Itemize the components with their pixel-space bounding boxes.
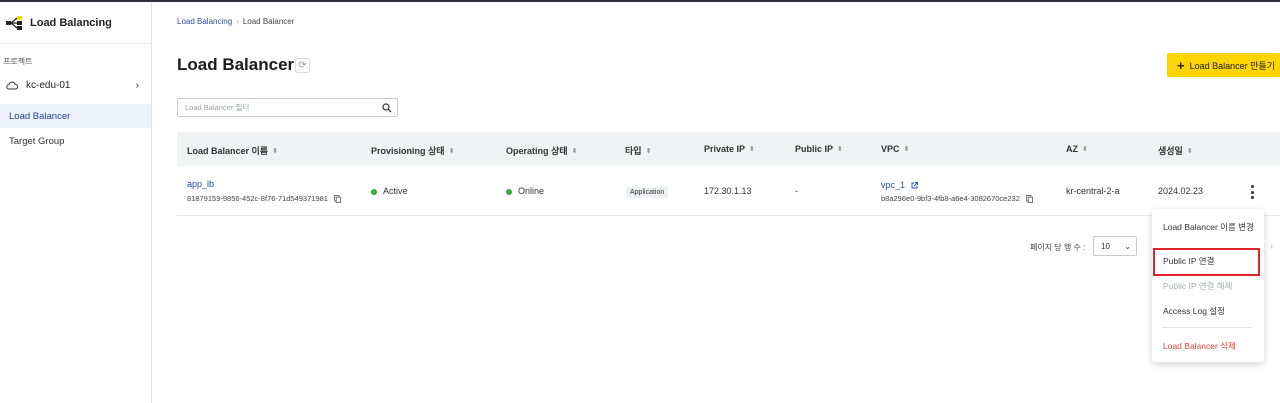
sort-icon[interactable]: ⬍	[272, 147, 278, 155]
column-header-private-ip[interactable]: Private IP ⬍	[704, 144, 755, 154]
next-page-icon[interactable]: ›	[1270, 241, 1273, 251]
menu-item-access-log[interactable]: Access Log 설정	[1163, 305, 1225, 317]
page-title: Load Balancer	[177, 55, 295, 74]
rows-per-page-label: 페이지 당 행 수 :	[1030, 243, 1086, 252]
sort-icon[interactable]: ⬍	[572, 147, 578, 155]
project-section-label: 프로젝트	[3, 57, 33, 66]
breadcrumb-parent-link[interactable]: Load Balancing	[177, 17, 232, 26]
rows-per-page-select[interactable]: 10 ⌄	[1093, 236, 1137, 256]
app-title: Load Balancing	[30, 16, 112, 29]
lb-name-link[interactable]: app_lb	[187, 179, 214, 189]
create-button-label: Load Balancer 만들기	[1189, 60, 1275, 71]
sort-icon[interactable]: ⬍	[837, 145, 843, 153]
public-ip: -	[795, 186, 798, 196]
column-header-az[interactable]: AZ ⬍	[1066, 144, 1088, 154]
breadcrumb: Load Balancing › Load Balancer	[177, 17, 294, 26]
status-dot-icon	[371, 188, 377, 195]
search-box	[177, 98, 398, 117]
sort-icon[interactable]: ⬍	[449, 147, 455, 155]
created-date: 2024.02.23	[1158, 186, 1204, 196]
cloud-icon	[6, 81, 18, 90]
sort-icon[interactable]: ⬍	[1082, 145, 1088, 153]
table-row: app_lb 81879159-9856-452c-8f76-71d549371…	[177, 166, 1280, 216]
provisioning-status: Active	[371, 186, 408, 196]
sort-icon[interactable]: ⬍	[1187, 147, 1193, 155]
menu-divider	[1162, 327, 1252, 328]
copy-icon[interactable]	[1026, 195, 1033, 203]
menu-item-rename[interactable]: Load Balancer 이름 변경	[1163, 221, 1254, 233]
sidebar-item-load-balancer[interactable]: Load Balancer	[0, 104, 151, 128]
search-icon[interactable]	[382, 102, 392, 113]
sidebar-header: Load Balancing	[0, 2, 151, 44]
load-balancing-logo-icon	[6, 15, 22, 30]
chevron-down-icon: ⌄	[1124, 241, 1131, 251]
more-options-icon[interactable]	[1247, 185, 1257, 199]
copy-icon[interactable]	[334, 195, 341, 203]
rows-per-page-value: 10	[1101, 241, 1110, 251]
table-header: Load Balancer 이름 ⬍ Provisioning 상태 ⬍ Opera…	[177, 132, 1280, 166]
external-link-icon[interactable]	[911, 182, 918, 189]
vpc-id: b8a296e0-9bf3-4fb8-a6e4-3082670ce232	[881, 194, 1033, 203]
column-header-name[interactable]: Load Balancer 이름 ⬍	[187, 144, 278, 157]
sidebar-item-target-group[interactable]: Target Group	[0, 129, 151, 153]
project-name: kc-edu-01	[26, 79, 71, 91]
breadcrumb-current: Load Balancer	[242, 17, 295, 26]
vpc-link[interactable]: vpc_1	[881, 180, 918, 190]
column-header-vpc[interactable]: VPC ⬍	[881, 144, 909, 154]
project-selector[interactable]: kc-edu-01 ›	[0, 70, 151, 100]
refresh-icon[interactable]: ⟳	[295, 58, 310, 73]
highlight-box	[1153, 248, 1260, 276]
az: kr-central-2-a	[1066, 186, 1120, 196]
chevron-right-icon: ›	[135, 79, 139, 91]
column-header-operating[interactable]: Operating 상태 ⬍	[506, 144, 577, 157]
column-header-public-ip[interactable]: Public IP ⬍	[795, 144, 843, 154]
top-border	[0, 0, 1280, 2]
sort-icon[interactable]: ⬍	[646, 147, 652, 155]
private-ip: 172.30.1.13	[704, 186, 752, 196]
status-dot-icon	[506, 188, 512, 195]
search-input[interactable]	[185, 103, 382, 112]
operating-status: Online	[506, 186, 544, 196]
sort-icon[interactable]: ⬍	[749, 145, 755, 153]
column-header-provisioning[interactable]: Provisioning 상태 ⬍	[371, 144, 454, 157]
lb-id: 81879159-9856-452c-8f76-71d549371981	[187, 194, 341, 203]
type-badge: Application	[626, 186, 669, 198]
sort-icon[interactable]: ⬍	[904, 145, 910, 153]
chevron-right-icon: ›	[236, 17, 239, 26]
menu-item-delete[interactable]: Load Balancer 삭제	[1163, 340, 1236, 352]
menu-item-detach-public-ip: Public IP 연결 해제	[1163, 281, 1233, 291]
row-action-menu: Load Balancer 이름 변경 Public IP 연결 Public …	[1152, 209, 1264, 362]
column-header-type[interactable]: 타입 ⬍	[625, 144, 651, 157]
plus-icon: +	[1177, 57, 1185, 73]
column-header-created[interactable]: 생성일 ⬍	[1158, 144, 1193, 157]
create-load-balancer-button[interactable]: + Load Balancer 만들기	[1167, 53, 1280, 77]
sidebar: Load Balancing 프로젝트 kc-edu-01 › Load Bal…	[0, 2, 152, 403]
